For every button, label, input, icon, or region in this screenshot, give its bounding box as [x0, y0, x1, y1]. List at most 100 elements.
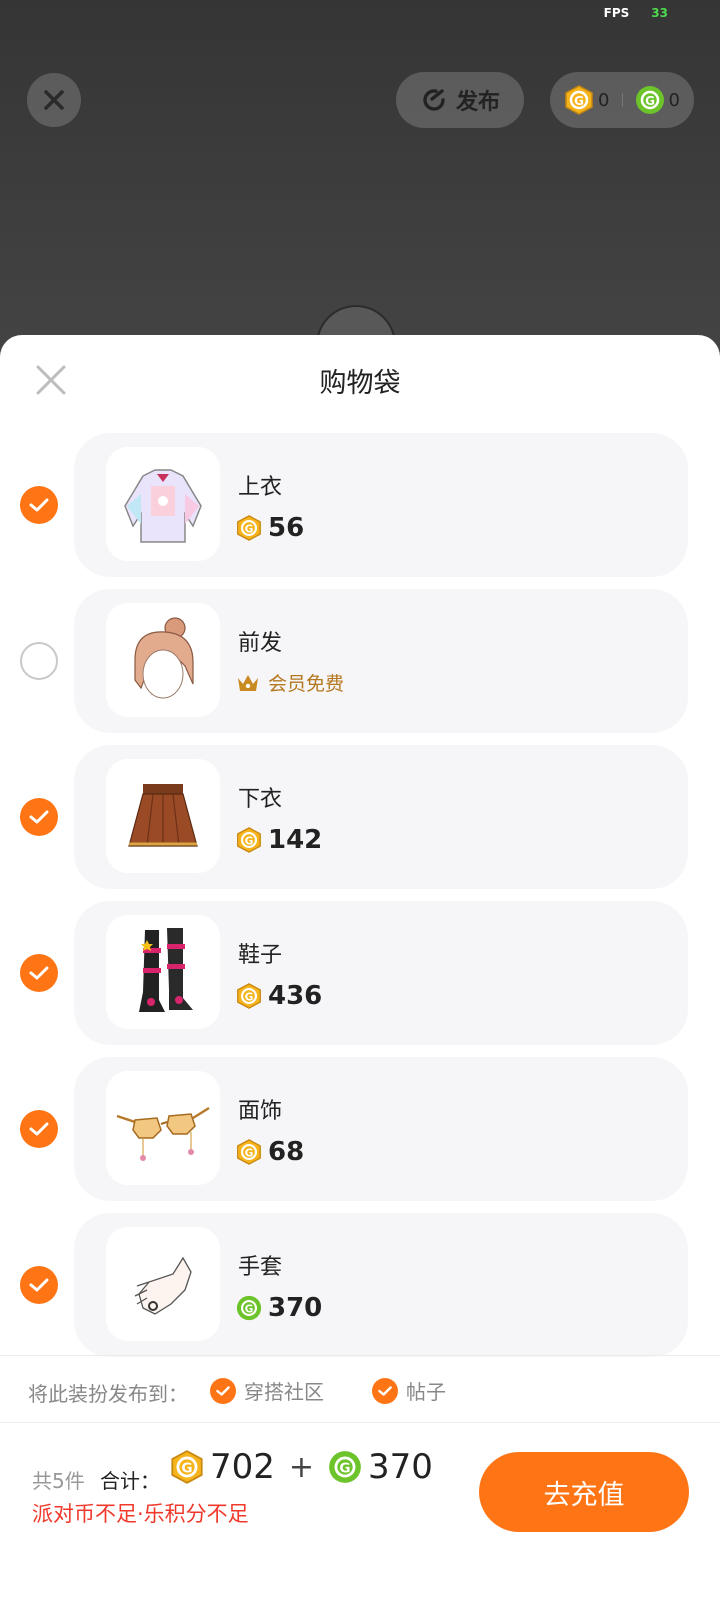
close-icon [44, 90, 64, 110]
publish-label: 发布 [455, 90, 500, 115]
publish-option-post[interactable]: 帖子 [372, 1376, 446, 1405]
shopping-bag-sheet: 购物袋 上衣 G 56 前发 会员免费 下衣 G 142 鞋子 G 436 面饰… [0, 335, 720, 1600]
green-coin-icon: G [329, 1451, 361, 1483]
gold-coin-icon: G [237, 983, 261, 1009]
item-price-value: 68 [268, 1137, 305, 1167]
item-name: 上衣 [238, 475, 283, 500]
item-card[interactable]: 前发 会员免费 [74, 589, 688, 733]
item-price: G 142 [236, 825, 322, 855]
divider [621, 93, 623, 107]
item-checkbox[interactable] [20, 1110, 58, 1148]
svg-text:G: G [339, 1461, 350, 1477]
checkmark-icon [29, 810, 49, 824]
publish-targets: 将此装扮发布到： 穿搭社区 帖子 [0, 1355, 720, 1423]
hair-icon [134, 617, 194, 699]
insufficient-balance-warning: 派对币不足·乐积分不足 [32, 1502, 249, 1526]
gold-coin-icon: G [171, 1450, 203, 1484]
item-name: 鞋子 [238, 943, 283, 968]
item-card[interactable]: 鞋子 G 436 [74, 901, 688, 1045]
item-checkbox[interactable] [20, 1266, 58, 1304]
checkmark-icon [29, 966, 49, 980]
green-coin-count: 0 [668, 89, 680, 111]
item-card[interactable]: 手套 G 370 [74, 1213, 688, 1357]
item-count: 共5件 [32, 1469, 85, 1493]
item-price-value: 142 [268, 825, 323, 855]
item-name: 面饰 [238, 1099, 283, 1124]
svg-text:G: G [245, 523, 254, 535]
checkmark-icon [29, 1278, 49, 1292]
checkmark-icon [210, 1377, 236, 1404]
item-price: G 68 [236, 1137, 304, 1167]
publish-option-community[interactable]: 穿搭社区 [210, 1376, 324, 1405]
item-price: G 436 [236, 981, 322, 1011]
jacket-thumbnail [106, 447, 220, 561]
plus-sign: + [288, 1449, 315, 1485]
item-price: G 370 [236, 1293, 322, 1323]
gold-coin-count: 0 [598, 89, 610, 111]
checkmark-icon [29, 498, 49, 512]
total-price: G 702 + G 370 [170, 1447, 433, 1487]
skirt-thumbnail [106, 759, 220, 873]
item-card[interactable]: 上衣 G 56 [74, 433, 688, 577]
jacket-icon [124, 469, 202, 543]
boots-thumbnail [106, 915, 220, 1029]
svg-text:G: G [181, 1461, 192, 1477]
vip-free-label: 会员免费 [268, 673, 345, 695]
glove-icon [134, 1256, 192, 1315]
list-item: 下衣 G 142 [0, 745, 720, 889]
list-item: 面饰 G 68 [0, 1057, 720, 1201]
glasses-thumbnail [106, 1071, 220, 1185]
item-price-value: 370 [268, 1293, 323, 1323]
list-item: 手套 G 370 [0, 1213, 720, 1357]
svg-text:G: G [245, 1303, 254, 1315]
svg-text:G: G [574, 94, 584, 108]
item-checkbox[interactable] [20, 798, 58, 836]
total-label: 合计： [100, 1469, 160, 1493]
avatar-scene: FPS 33 发布 G 0 G 0 [0, 0, 720, 365]
glove-thumbnail [106, 1227, 220, 1341]
list-item: 鞋子 G 436 [0, 901, 720, 1045]
publish-targets-label: 将此装扮发布到： [28, 1382, 188, 1406]
svg-text:G: G [245, 835, 254, 847]
gold-coin-icon: G [237, 1139, 261, 1165]
skirt-icon [128, 784, 198, 847]
item-price: 会员免费 [236, 669, 344, 696]
green-coin-icon: G [236, 1295, 262, 1321]
sheet-title: 购物袋 [319, 368, 401, 399]
item-card[interactable]: 面饰 G 68 [74, 1057, 688, 1201]
svg-text:G: G [245, 991, 254, 1003]
item-checkbox[interactable] [20, 642, 58, 680]
svg-text:G: G [245, 1147, 254, 1159]
recharge-button[interactable]: 去充值 [479, 1452, 689, 1532]
publish-button[interactable]: 发布 [396, 72, 524, 128]
currency-balance[interactable]: G 0 G 0 [550, 72, 694, 128]
svg-text:G: G [645, 94, 655, 108]
item-checkbox[interactable] [20, 954, 58, 992]
hair-thumbnail [106, 603, 220, 717]
gold-coin-icon: G [565, 85, 593, 115]
publish-option-label: 帖子 [406, 1380, 446, 1404]
exit-button[interactable] [27, 73, 81, 127]
fps-counter: FPS 33 [604, 6, 668, 20]
gold-coin-icon: G [237, 515, 261, 541]
item-price: G 56 [236, 513, 304, 543]
fps-label: FPS [603, 6, 630, 20]
gold-total: 702 [210, 1447, 275, 1487]
item-name: 下衣 [238, 787, 283, 812]
item-name: 前发 [238, 631, 283, 656]
crown-icon [238, 674, 258, 691]
green-total: 370 [368, 1447, 433, 1487]
item-card[interactable]: 下衣 G 142 [74, 745, 688, 889]
boots-icon [139, 928, 193, 1012]
item-checkbox[interactable] [20, 486, 58, 524]
checkmark-icon [372, 1377, 398, 1404]
item-price-value: 56 [268, 513, 305, 543]
gold-coin-icon: G [237, 827, 261, 853]
fps-value: 33 [651, 6, 668, 20]
green-coin-icon: G [635, 86, 664, 114]
publish-icon [423, 89, 445, 111]
list-item: 前发 会员免费 [0, 589, 720, 733]
item-price-value: 436 [268, 981, 323, 1011]
publish-option-label: 穿搭社区 [244, 1380, 324, 1404]
glasses-icon [116, 1106, 210, 1161]
